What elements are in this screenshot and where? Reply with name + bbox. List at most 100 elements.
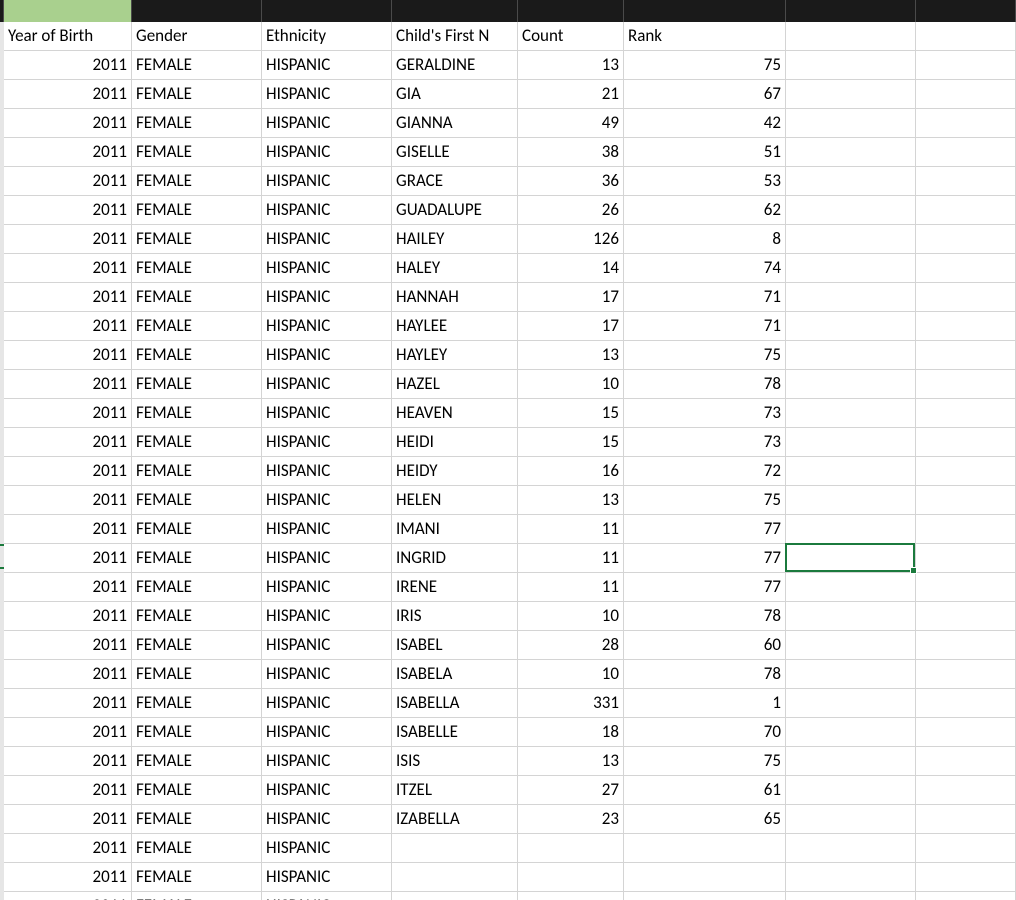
cell-rank[interactable]: 8 xyxy=(624,225,786,254)
cell-name[interactable]: INGRID xyxy=(392,544,518,573)
cell-gender[interactable]: FEMALE xyxy=(132,660,262,689)
cell-blank2[interactable] xyxy=(916,660,1016,689)
cell-name[interactable]: IRIS xyxy=(392,602,518,631)
column-header-ethnicity[interactable] xyxy=(262,0,392,22)
cell-gender[interactable]: FEMALE xyxy=(132,109,262,138)
cell-ethnicity[interactable]: HISPANIC xyxy=(262,892,392,900)
cell-blank2[interactable] xyxy=(916,167,1016,196)
cell-gender[interactable]: FEMALE xyxy=(132,341,262,370)
cell-year[interactable]: 2011 xyxy=(4,312,132,341)
cell-name[interactable]: HANNAH xyxy=(392,283,518,312)
cell-rank[interactable]: 77 xyxy=(624,544,786,573)
cell-blank2[interactable] xyxy=(916,747,1016,776)
cell-year[interactable]: 2011 xyxy=(4,283,132,312)
cell-blank2[interactable] xyxy=(916,109,1016,138)
cell-ethnicity[interactable]: HISPANIC xyxy=(262,718,392,747)
cell-blank2[interactable] xyxy=(916,370,1016,399)
cell-rank[interactable]: 78 xyxy=(624,370,786,399)
cell-year[interactable]: 2011 xyxy=(4,544,132,573)
cell-year[interactable]: 2011 xyxy=(4,51,132,80)
cell-blank2[interactable] xyxy=(916,80,1016,109)
cell-rank[interactable]: 78 xyxy=(624,602,786,631)
column-header-name[interactable] xyxy=(392,0,518,22)
cell-rank[interactable]: 70 xyxy=(624,718,786,747)
cell-ethnicity[interactable]: HISPANIC xyxy=(262,196,392,225)
cell-ethnicity[interactable]: HISPANIC xyxy=(262,805,392,834)
cell-blank1[interactable] xyxy=(786,515,916,544)
cell-count[interactable]: 10 xyxy=(518,602,624,631)
cell-gender[interactable]: FEMALE xyxy=(132,370,262,399)
cell-gender[interactable]: FEMALE xyxy=(132,544,262,573)
cell-gender[interactable]: FEMALE xyxy=(132,863,262,892)
cell-count[interactable]: 15 xyxy=(518,428,624,457)
cell-count[interactable]: 11 xyxy=(518,544,624,573)
cell-blank2[interactable] xyxy=(916,863,1016,892)
cell-ethnicity[interactable]: HISPANIC xyxy=(262,51,392,80)
cell-blank2[interactable] xyxy=(916,51,1016,80)
cell-blank2[interactable] xyxy=(916,196,1016,225)
cell-rank[interactable]: 75 xyxy=(624,747,786,776)
cell-year[interactable]: 2011 xyxy=(4,631,132,660)
cell-blank1[interactable] xyxy=(786,370,916,399)
cell-gender[interactable]: FEMALE xyxy=(132,457,262,486)
cell-count[interactable]: 17 xyxy=(518,283,624,312)
cell-blank1[interactable] xyxy=(786,109,916,138)
cell-count[interactable]: 23 xyxy=(518,805,624,834)
cell-rank[interactable]: 71 xyxy=(624,283,786,312)
cell-name[interactable]: HAILEY xyxy=(392,225,518,254)
cell-rank[interactable]: 71 xyxy=(624,312,786,341)
cell-blank1[interactable] xyxy=(786,689,916,718)
cell-blank1[interactable] xyxy=(786,747,916,776)
cell-name[interactable]: HEAVEN xyxy=(392,399,518,428)
cell-ethnicity[interactable]: HISPANIC xyxy=(262,602,392,631)
cell-ethnicity[interactable]: HISPANIC xyxy=(262,138,392,167)
header-cell-blank1[interactable] xyxy=(786,22,916,51)
cell-blank2[interactable] xyxy=(916,805,1016,834)
header-cell-year[interactable]: Year of Birth xyxy=(4,22,132,51)
cell-name[interactable]: ISABELLA xyxy=(392,689,518,718)
cell-count[interactable]: 17 xyxy=(518,312,624,341)
cell-count[interactable]: 38 xyxy=(518,138,624,167)
cell-name[interactable] xyxy=(392,863,518,892)
cell-rank[interactable]: 75 xyxy=(624,341,786,370)
cell-ethnicity[interactable]: HISPANIC xyxy=(262,225,392,254)
cell-name[interactable]: GISELLE xyxy=(392,138,518,167)
grid-area[interactable]: Year of BirthGenderEthnicityChild's Firs… xyxy=(4,22,1016,900)
cell-name[interactable]: ISABEL xyxy=(392,631,518,660)
cell-rank[interactable]: 65 xyxy=(624,805,786,834)
cell-count[interactable]: 13 xyxy=(518,51,624,80)
cell-name[interactable]: GERALDINE xyxy=(392,51,518,80)
cell-name[interactable]: HAYLEE xyxy=(392,312,518,341)
cell-rank[interactable]: 73 xyxy=(624,428,786,457)
cell-year[interactable]: 2011 xyxy=(4,428,132,457)
cell-ethnicity[interactable]: HISPANIC xyxy=(262,283,392,312)
cell-blank1[interactable] xyxy=(786,341,916,370)
cell-blank1[interactable] xyxy=(786,486,916,515)
cell-blank1[interactable] xyxy=(786,283,916,312)
cell-blank2[interactable] xyxy=(916,138,1016,167)
cell-blank2[interactable] xyxy=(916,457,1016,486)
header-cell-rank[interactable]: Rank xyxy=(624,22,786,51)
cell-ethnicity[interactable]: HISPANIC xyxy=(262,689,392,718)
header-cell-name[interactable]: Child's First N xyxy=(392,22,518,51)
cell-ethnicity[interactable]: HISPANIC xyxy=(262,486,392,515)
cell-blank2[interactable] xyxy=(916,312,1016,341)
cell-blank1[interactable] xyxy=(786,631,916,660)
cell-blank1[interactable] xyxy=(786,660,916,689)
cell-ethnicity[interactable]: HISPANIC xyxy=(262,631,392,660)
cell-count[interactable]: 10 xyxy=(518,370,624,399)
cell-name[interactable]: GIANNA xyxy=(392,109,518,138)
cell-year[interactable]: 2011 xyxy=(4,515,132,544)
cell-blank2[interactable] xyxy=(916,602,1016,631)
cell-blank2[interactable] xyxy=(916,834,1016,863)
cell-name[interactable]: ISABELA xyxy=(392,660,518,689)
cell-blank2[interactable] xyxy=(916,283,1016,312)
cell-rank[interactable] xyxy=(624,892,786,900)
cell-name[interactable]: IRENE xyxy=(392,573,518,602)
cell-gender[interactable]: FEMALE xyxy=(132,573,262,602)
cell-name[interactable]: HEIDY xyxy=(392,457,518,486)
cell-rank[interactable]: 53 xyxy=(624,167,786,196)
cell-count[interactable] xyxy=(518,834,624,863)
cell-name[interactable]: IMANI xyxy=(392,515,518,544)
cell-year[interactable]: 2011 xyxy=(4,254,132,283)
